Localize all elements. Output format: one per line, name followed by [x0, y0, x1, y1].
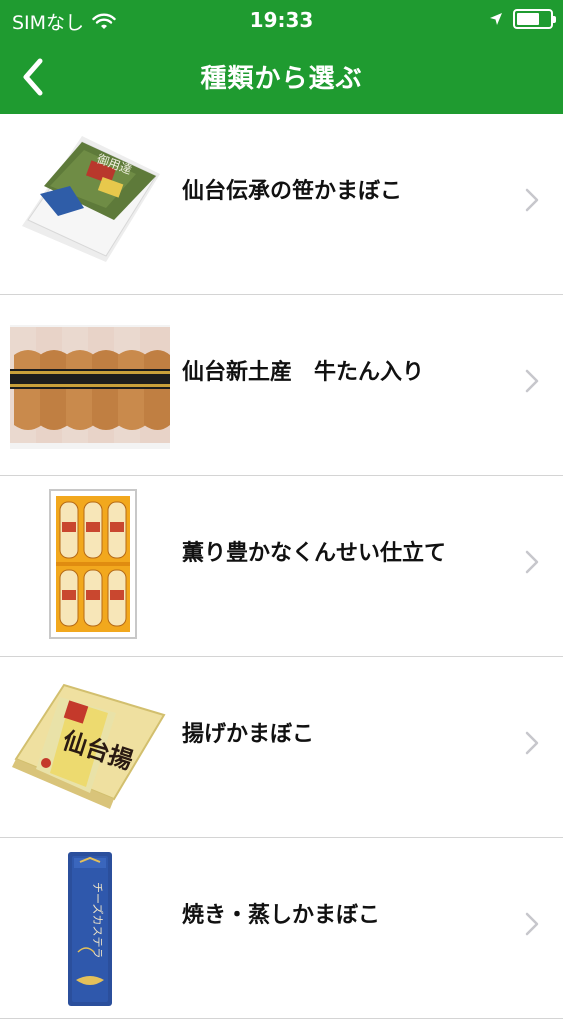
category-label: 仙台伝承の笹かまぼこ — [182, 179, 403, 204]
sendai-age-box-image: 仙台揚 — [12, 683, 166, 809]
chevron-right-icon — [525, 731, 539, 755]
category-label: 仙台新土産 牛たん入り — [182, 360, 425, 385]
navigation-bar: 種類から選ぶ — [0, 40, 563, 114]
battery-level — [517, 13, 540, 25]
category-item[interactable]: 仙台新土産 牛たん入り — [0, 295, 563, 476]
cheese-castella-package-image: チーズカステラ — [68, 852, 112, 1006]
battery-icon — [513, 9, 556, 29]
chevron-right-icon — [525, 550, 539, 574]
category-item[interactable]: 御用達 仙台伝承の笹かまぼこ — [0, 114, 563, 295]
app-header: SIMなし 19:33 種類から選ぶ — [0, 0, 563, 114]
smoked-kamaboko-box-image — [49, 489, 137, 639]
sasa-kamaboko-package-image: 御用達 — [22, 136, 160, 262]
category-label: 揚げかまぼこ — [182, 722, 315, 747]
category-item[interactable]: 薫り豊かなくんせい仕立て — [0, 476, 563, 657]
category-item[interactable]: 仙台揚 揚げかまぼこ — [0, 657, 563, 838]
status-time: 19:33 — [249, 8, 314, 32]
category-label: 薫り豊かなくんせい仕立て — [182, 541, 447, 566]
status-bar: SIMなし 19:33 — [0, 0, 563, 40]
chevron-right-icon — [525, 188, 539, 212]
gyutan-kamaboko-packs-image — [10, 325, 170, 449]
category-item[interactable]: チーズカステラ 焼き・蒸しかまぼこ — [0, 838, 563, 1019]
chevron-right-icon — [525, 369, 539, 393]
location-arrow-icon — [490, 13, 502, 25]
package-lettering: チーズカステラ — [91, 882, 105, 958]
category-label: 焼き・蒸しかまぼこ — [182, 903, 381, 928]
battery-tip — [553, 16, 556, 23]
status-right — [489, 9, 556, 29]
chevron-right-icon — [525, 912, 539, 936]
page-title: 種類から選ぶ — [200, 64, 363, 94]
category-list: 御用達 仙台伝承の笹かまぼこ 仙台新土産 牛たん入り 薫り豊かなくんせい仕立て … — [0, 114, 563, 1019]
